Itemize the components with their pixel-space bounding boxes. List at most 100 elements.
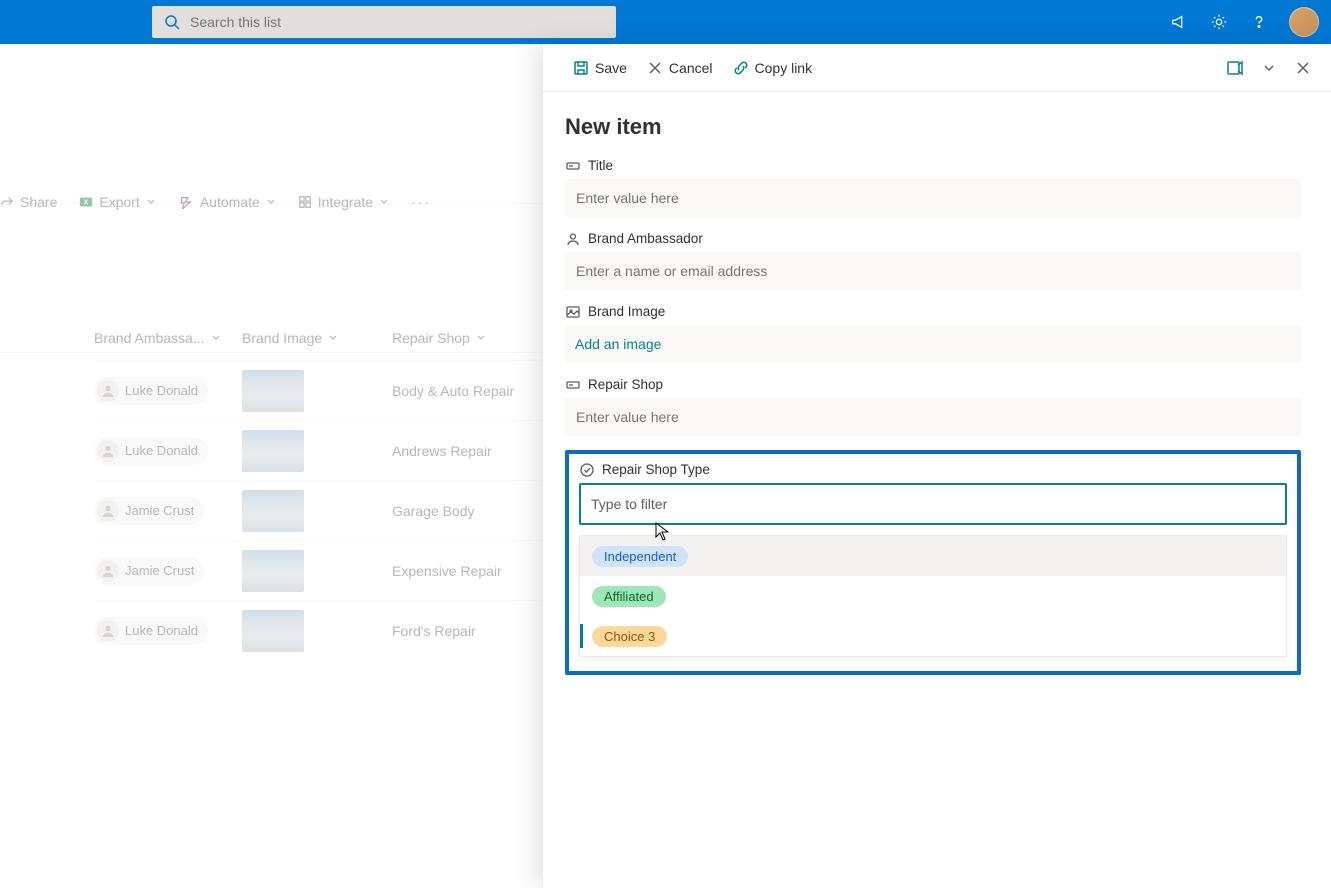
- field-repair-shop-type-highlight: Repair Shop Type Independent Affiliated …: [565, 450, 1301, 675]
- choice-dropdown: Independent Affiliated Choice 3: [579, 535, 1287, 657]
- person-chip: Jamie Crust: [94, 497, 204, 525]
- search-box[interactable]: [152, 6, 616, 38]
- person-avatar-icon: [97, 440, 119, 462]
- text-field-icon: [565, 377, 580, 392]
- help-icon[interactable]: [1249, 12, 1269, 32]
- app-header: [0, 0, 1331, 44]
- field-ambassador: Brand Ambassador: [565, 231, 1301, 290]
- title-input-wrap[interactable]: [565, 179, 1301, 217]
- automate-button[interactable]: Automate: [178, 194, 276, 210]
- person-avatar-icon: [97, 620, 119, 642]
- person-chip: Luke Donald: [94, 377, 208, 405]
- ambassador-input[interactable]: [576, 263, 1290, 279]
- copy-link-label: Copy link: [755, 60, 813, 76]
- export-button[interactable]: X Export: [79, 194, 155, 210]
- choice-option-independent[interactable]: Independent: [580, 536, 1286, 576]
- table-row[interactable]: Luke Donald Ford's Repair: [94, 600, 592, 660]
- integrate-button[interactable]: Integrate: [298, 194, 389, 210]
- person-chip: Jamie Crust: [94, 557, 204, 585]
- person-chip: Luke Donald: [94, 437, 208, 465]
- ambassador-input-wrap[interactable]: [565, 252, 1301, 290]
- col-repair-shop[interactable]: Repair Shop: [392, 330, 542, 346]
- person-chip: Luke Donald: [94, 617, 208, 645]
- add-image-wrap: Add an image: [565, 325, 1301, 363]
- table-row[interactable]: Luke Donald Andrews Repair: [94, 420, 592, 480]
- search-icon: [162, 12, 182, 32]
- title-label: Title: [588, 158, 613, 173]
- export-label: Export: [99, 194, 139, 210]
- thumbnail-image: [242, 610, 304, 652]
- panel-title: New item: [565, 114, 1301, 140]
- settings-icon[interactable]: [1209, 12, 1229, 32]
- table-rows: Luke Donald Body & Auto Repair Luke Dona…: [94, 360, 592, 660]
- person-avatar-icon: [97, 380, 119, 402]
- table-row[interactable]: Jamie Crust Garage Body: [94, 480, 592, 540]
- save-label: Save: [595, 60, 627, 76]
- choice-option-choice3[interactable]: Choice 3: [580, 616, 1286, 656]
- title-input[interactable]: [576, 190, 1290, 206]
- field-title: Title: [565, 158, 1301, 217]
- col-label: Brand Ambassa...: [94, 330, 205, 346]
- save-icon: [573, 60, 589, 76]
- text-field-icon: [565, 158, 580, 173]
- person-avatar-icon: [97, 560, 119, 582]
- chevron-down-icon[interactable]: [1259, 58, 1279, 78]
- field-image: Brand Image Add an image: [565, 304, 1301, 363]
- repair-shop-input[interactable]: [576, 409, 1290, 425]
- person-name: Luke Donald: [125, 623, 198, 638]
- thumbnail-image: [242, 430, 304, 472]
- col-label: Brand Image: [242, 330, 322, 346]
- table-row[interactable]: Jamie Crust Expensive Repair: [94, 540, 592, 600]
- col-brand-ambassador[interactable]: Brand Ambassa...: [94, 330, 242, 346]
- close-panel-icon[interactable]: [1293, 58, 1313, 78]
- link-icon: [733, 60, 749, 76]
- repair-shop-input-wrap[interactable]: [565, 398, 1301, 436]
- share-label: Share: [20, 194, 57, 210]
- megaphone-icon[interactable]: [1169, 12, 1189, 32]
- choice-chip: Independent: [592, 546, 688, 567]
- thumbnail-image: [242, 550, 304, 592]
- cancel-button[interactable]: Cancel: [647, 60, 713, 76]
- svg-text:X: X: [84, 200, 89, 207]
- cancel-label: Cancel: [669, 60, 713, 76]
- close-icon: [647, 60, 663, 76]
- field-repair-shop: Repair Shop: [565, 377, 1301, 436]
- save-button[interactable]: Save: [573, 60, 627, 76]
- user-avatar[interactable]: [1289, 7, 1319, 37]
- person-icon: [565, 231, 580, 246]
- ambassador-label: Brand Ambassador: [588, 231, 703, 246]
- header-actions: [1169, 7, 1319, 37]
- col-brand-image[interactable]: Brand Image: [242, 330, 392, 346]
- thumbnail-image: [242, 370, 304, 412]
- search-input[interactable]: [190, 14, 606, 30]
- col-label: Repair Shop: [392, 330, 470, 346]
- image-label: Brand Image: [588, 304, 665, 319]
- panel-body: New item Title Brand Ambassador Brand Im: [543, 92, 1331, 675]
- new-item-panel: Save Cancel Copy link New i: [543, 44, 1331, 888]
- automate-label: Automate: [200, 194, 260, 210]
- copy-link-button[interactable]: Copy link: [733, 60, 813, 76]
- panel-command-bar: Save Cancel Copy link: [543, 44, 1331, 92]
- table-row[interactable]: Luke Donald Body & Auto Repair: [94, 360, 592, 420]
- image-icon: [565, 304, 580, 319]
- share-button[interactable]: Share: [0, 194, 57, 210]
- person-avatar-icon: [97, 500, 119, 522]
- thumbnail-image: [242, 490, 304, 532]
- choice-option-affiliated[interactable]: Affiliated: [580, 576, 1286, 616]
- person-name: Jamie Crust: [125, 503, 194, 518]
- integrate-label: Integrate: [318, 194, 373, 210]
- column-headers: Brand Ambassa... Brand Image Repair Shop: [94, 330, 542, 346]
- repair-shop-label: Repair Shop: [588, 377, 663, 392]
- person-name: Jamie Crust: [125, 563, 194, 578]
- choice-chip: Affiliated: [592, 586, 666, 607]
- choice-icon: [579, 462, 594, 477]
- edit-form-icon[interactable]: [1225, 58, 1245, 78]
- choice-filter-input-wrap[interactable]: [579, 483, 1287, 525]
- person-name: Luke Donald: [125, 443, 198, 458]
- choice-filter-input[interactable]: [591, 496, 1275, 512]
- add-image-link[interactable]: Add an image: [575, 336, 661, 352]
- person-name: Luke Donald: [125, 383, 198, 398]
- more-button[interactable]: ···: [411, 194, 431, 210]
- repair-shop-type-label: Repair Shop Type: [602, 462, 710, 477]
- choice-chip: Choice 3: [592, 626, 667, 647]
